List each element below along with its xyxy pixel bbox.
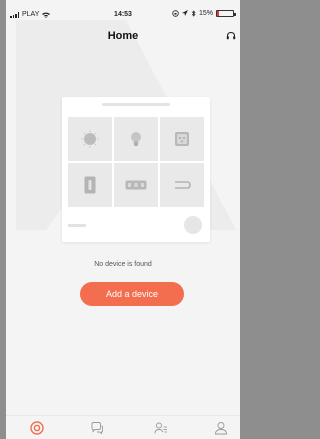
bulb-round-icon [81, 130, 99, 148]
device-tile [68, 163, 112, 207]
headset-icon[interactable] [226, 31, 236, 41]
lock-rotation-icon [172, 10, 179, 17]
device-tile [114, 117, 158, 161]
device-tile [114, 163, 158, 207]
switch-icon [84, 176, 96, 194]
profile-tab-icon[interactable] [214, 421, 228, 435]
device-tile [160, 117, 204, 161]
status-right: 15% [172, 10, 236, 17]
device-grid [68, 117, 204, 207]
nav-bar: Home [6, 24, 240, 48]
app-screen: PLAY 14:53 15% Home No device is found A… [6, 0, 240, 439]
card-footer-bar [68, 224, 86, 227]
location-icon [181, 10, 188, 16]
add-device-button[interactable]: Add a device [80, 282, 184, 306]
page-title: Home [107, 30, 139, 42]
bulb-icon [131, 132, 141, 146]
battery-percent: 15% [198, 10, 213, 17]
sharing-tab-icon[interactable] [154, 421, 168, 435]
card-header-bar [102, 103, 170, 106]
card-add-circle [184, 216, 202, 234]
status-bar: PLAY 14:53 15% [6, 0, 240, 24]
power-strip-icon [125, 180, 147, 190]
tab-bar [6, 415, 240, 439]
battery-icon [216, 10, 236, 17]
cable-icon [175, 181, 191, 189]
home-tab-icon[interactable] [30, 421, 44, 435]
device-tile [160, 163, 204, 207]
device-placeholder-card [62, 97, 210, 242]
device-tile [68, 117, 112, 161]
empty-state-message: No device is found [94, 261, 152, 268]
socket-icon [175, 132, 189, 146]
messages-tab-icon[interactable] [90, 421, 104, 435]
bluetooth-icon [191, 10, 196, 17]
